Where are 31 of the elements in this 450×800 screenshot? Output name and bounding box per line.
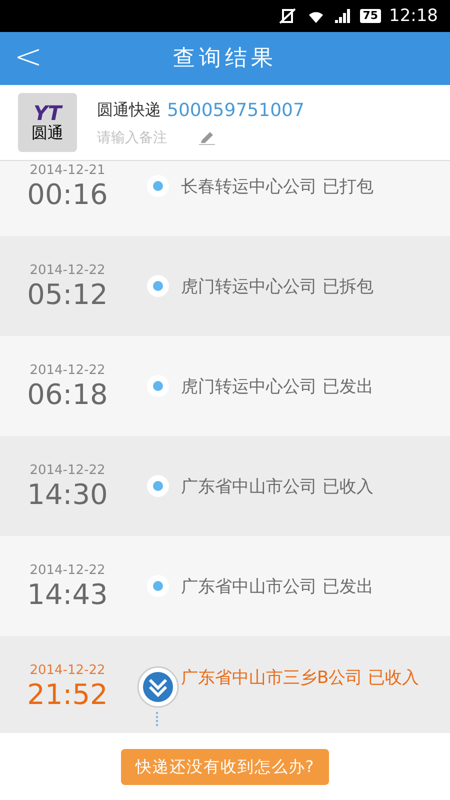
event-date: 2014-12-22 — [30, 264, 106, 277]
event-date: 2014-12-22 — [30, 364, 106, 377]
event-time: 14:43 — [27, 577, 108, 612]
help-button[interactable]: 快递还没有收到怎么办? — [121, 748, 329, 784]
event-time: 06:18 — [27, 377, 108, 412]
note-field[interactable]: 请输入备注 — [97, 128, 197, 148]
event-date: 2014-12-22 — [30, 564, 106, 577]
event-description: 长春转运中心公司 已打包 — [181, 176, 374, 199]
logo-mark: YT — [33, 102, 62, 122]
tracking-number: 500059751007 — [167, 98, 304, 122]
event-date: 2014-12-21 — [30, 164, 106, 177]
event-date: 2014-12-22 — [30, 464, 106, 477]
event-time: 00:16 — [27, 177, 108, 212]
event-description: 广东省中山市公司 已收入 — [181, 476, 374, 499]
logo-text: 圆通 — [32, 122, 64, 142]
battery-level: 75 — [360, 9, 381, 23]
event-date: 2014-12-22 — [30, 664, 106, 677]
back-button[interactable]: < — [14, 40, 42, 74]
event-description: 广东省中山市三乡B公司 已收入 — [181, 667, 420, 690]
event-description: 广东省中山市公司 已发出 — [181, 576, 374, 599]
courier-name: 圆通快递 — [97, 99, 161, 121]
event-description: 虎门转运中心公司 已拆包 — [181, 276, 374, 299]
page-title: 查询结果 — [173, 45, 277, 73]
clock: 12:18 — [389, 8, 438, 24]
event-time: 21:52 — [27, 677, 108, 712]
event-time: 05:12 — [27, 277, 108, 312]
event-description: 虎门转运中心公司 已发出 — [181, 376, 374, 399]
event-time: 14:30 — [27, 477, 108, 512]
signal-icon — [334, 8, 352, 24]
pencil-icon — [199, 131, 215, 145]
vibrate-off-icon — [278, 8, 298, 24]
